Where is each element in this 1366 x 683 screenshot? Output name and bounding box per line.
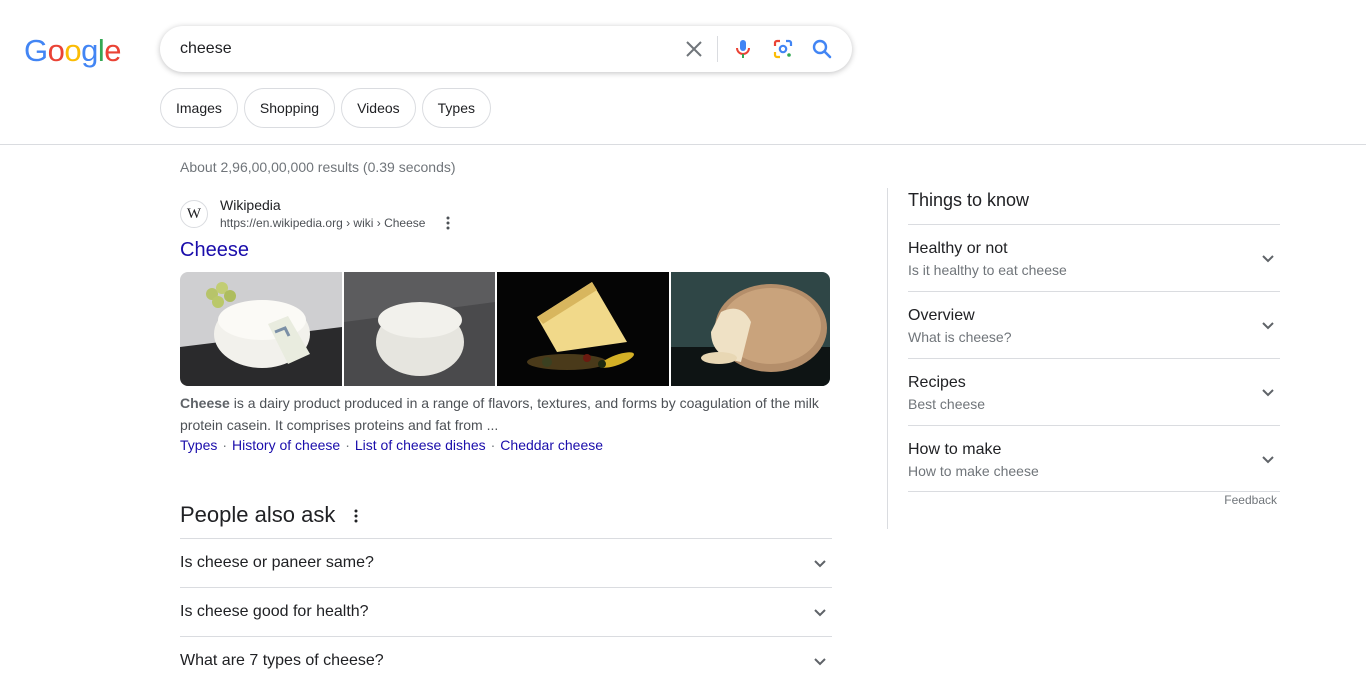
image-strip[interactable] <box>180 272 830 386</box>
filter-chips: Images Shopping Videos Types <box>160 88 492 128</box>
snippet-keyword: Cheese <box>180 395 230 411</box>
snippet-text: is a dairy product produced in a range o… <box>180 395 819 433</box>
paa-question[interactable]: What are 7 types of cheese? <box>180 636 832 683</box>
ttk-heading: Healthy or not <box>908 240 1008 257</box>
chevron-down-icon <box>1262 322 1274 330</box>
chevron-down-icon <box>814 609 826 617</box>
paa-question-text: What are 7 types of cheese? <box>180 652 384 669</box>
logo-letter: e <box>104 33 122 68</box>
things-to-know-list: Healthy or not Is it healthy to eat chee… <box>908 224 1280 492</box>
result-stats: About 2,96,00,00,000 results (0.39 secon… <box>180 159 456 175</box>
ttk-subtitle: What is cheese? <box>908 329 1012 345</box>
things-to-know-heading: Things to know <box>908 190 1030 210</box>
paa-question[interactable]: Is cheese good for health? <box>180 587 832 636</box>
chevron-down-icon <box>1262 456 1274 464</box>
wikipedia-favicon-icon: W <box>180 200 208 228</box>
chip-shopping[interactable]: Shopping <box>243 88 336 128</box>
ttk-item-how-to-make[interactable]: How to make How to make cheese <box>908 425 1280 492</box>
ttk-heading: Overview <box>908 307 975 324</box>
cheese-image-1[interactable] <box>180 272 342 386</box>
result-snippet: Cheese is a dairy product produced in a … <box>180 392 820 436</box>
ttk-item-healthy[interactable]: Healthy or not Is it healthy to eat chee… <box>908 224 1280 291</box>
chip-types[interactable]: Types <box>421 88 492 128</box>
lens-icon[interactable] <box>771 37 795 61</box>
search-input[interactable]: cheese <box>180 26 232 72</box>
logo-letter: g <box>81 33 98 68</box>
sitelink-list-of-dishes[interactable]: List of cheese dishes <box>355 437 486 453</box>
chip-videos[interactable]: Videos <box>341 88 416 128</box>
search-box[interactable]: cheese <box>160 26 852 72</box>
site-url[interactable]: https://en.wikipedia.org › wiki › Cheese <box>220 216 425 230</box>
sitelink-separator: · <box>490 437 496 453</box>
ttk-subtitle: Is it healthy to eat cheese <box>908 262 1067 278</box>
google-logo[interactable]: Google <box>24 33 122 69</box>
cheese-image-2[interactable] <box>344 272 495 386</box>
sitelinks: Types · History of cheese · List of cheese d… <box>180 437 603 453</box>
sitelink-separator: · <box>222 437 228 453</box>
sitelink-cheddar[interactable]: Cheddar cheese <box>500 437 603 453</box>
things-to-know-panel: Things to know Healthy or not Is it heal… <box>887 188 1287 529</box>
header: Google cheese Images Shopping Videos Typ… <box>0 0 1366 145</box>
people-also-ask-heading: People also ask <box>180 502 336 527</box>
search-icon[interactable] <box>810 37 834 61</box>
feedback-link[interactable]: Feedback <box>1224 493 1277 507</box>
chip-images[interactable]: Images <box>160 88 238 128</box>
chevron-down-icon <box>1262 255 1274 263</box>
more-options-icon[interactable] <box>444 215 452 231</box>
ttk-item-overview[interactable]: Overview What is cheese? <box>908 291 1280 358</box>
chevron-down-icon <box>814 560 826 568</box>
sitelink-types[interactable]: Types <box>180 437 217 453</box>
logo-letter: G <box>24 33 48 68</box>
sitelink-separator: · <box>345 437 350 453</box>
logo-letter: o <box>47 33 65 68</box>
logo-letter: o <box>64 33 82 68</box>
ttk-subtitle: How to make cheese <box>908 463 1039 479</box>
chevron-down-icon <box>814 658 826 666</box>
more-options-icon[interactable] <box>352 508 360 524</box>
cheese-image-3[interactable] <box>497 272 669 386</box>
people-also-ask-list: Is cheese or paneer same? Is cheese good… <box>180 538 832 683</box>
site-name[interactable]: Wikipedia <box>220 197 281 213</box>
mic-icon[interactable] <box>731 37 755 61</box>
search-divider <box>717 36 718 62</box>
paa-question[interactable]: Is cheese or paneer same? <box>180 538 832 587</box>
ttk-subtitle: Best cheese <box>908 396 986 412</box>
ttk-heading: How to make <box>908 441 1002 458</box>
cheese-image-4[interactable] <box>671 272 830 386</box>
sitelink-history[interactable]: History of cheese <box>232 437 340 453</box>
paa-question-text: Is cheese or paneer same? <box>180 554 374 571</box>
ttk-item-recipes[interactable]: Recipes Best cheese <box>908 358 1280 425</box>
close-icon[interactable] <box>682 37 706 61</box>
ttk-heading: Recipes <box>908 374 966 391</box>
chevron-down-icon <box>1262 389 1274 397</box>
result-title-link[interactable]: Cheese <box>180 239 249 262</box>
paa-question-text: Is cheese good for health? <box>180 603 369 620</box>
